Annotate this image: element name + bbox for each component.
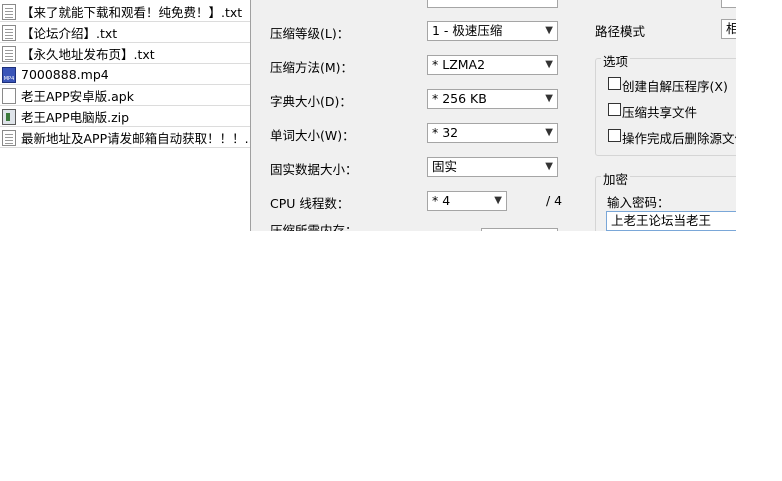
compression-method-label: 压缩方法(M)：: [270, 60, 354, 75]
chevron-down-icon: ▼: [545, 93, 553, 104]
memory-usage-field: [481, 228, 558, 231]
sfx-checkbox-label: 创建自解压程序(X): [622, 79, 728, 94]
mp4-icon-text: MP4: [3, 75, 15, 82]
file-name: 老王APP安卓版.apk: [21, 89, 134, 104]
delete-after-checkbox-label: 操作完成后删除源文件: [622, 131, 736, 146]
password-value: 上老王论坛当老王: [611, 213, 712, 228]
path-mode-value: 相: [726, 21, 736, 36]
chevron-down-icon: ▼: [545, 25, 553, 36]
file-name: 【论坛介绍】.txt: [21, 26, 118, 41]
word-size-value: * 32: [432, 125, 459, 140]
encryption-group-title: 加密: [601, 169, 631, 188]
memory-usage-label: 压缩所需内存：: [270, 223, 358, 231]
path-mode-label: 路径模式: [595, 24, 646, 39]
txt-file-icon: [2, 45, 16, 62]
shared-files-checkbox-label: 压缩共享文件: [622, 105, 698, 120]
file-item[interactable]: 老王APP安卓版.apk: [0, 86, 250, 106]
file-name: 7000888.mp4: [21, 67, 109, 82]
dictionary-size-label: 字典大小(D)：: [270, 94, 352, 109]
file-name: 【来了就能下载和观看！纯免费！】.txt: [21, 5, 243, 20]
options-group-title: 选项: [601, 51, 631, 70]
zip-file-icon: [2, 108, 16, 125]
txt-file-icon: [2, 24, 16, 41]
delete-after-checkbox[interactable]: [608, 129, 621, 142]
shared-files-checkbox[interactable]: [608, 103, 621, 116]
dictionary-size-select[interactable]: * 256 KB ▼: [427, 89, 558, 109]
file-item[interactable]: 最新地址及APP请发邮箱自动获取！！！....: [0, 128, 250, 148]
password-input[interactable]: 上老王论坛当老王: [606, 211, 736, 231]
word-size-select[interactable]: * 32 ▼: [427, 123, 558, 143]
solid-block-size-select[interactable]: 固实 ▼: [427, 157, 558, 177]
cpu-threads-max: / 4: [546, 193, 563, 208]
chevron-down-icon: ▼: [494, 195, 502, 206]
compression-dialog: 压缩等级(L)： 1 - 极速压缩 ▼ 压缩方法(M)： * LZMA2 ▼ 字…: [250, 0, 736, 231]
chevron-down-icon: ▼: [545, 127, 553, 138]
compression-method-value: * LZMA2: [432, 57, 486, 72]
chevron-down-icon: ▼: [545, 59, 553, 70]
sfx-checkbox[interactable]: [608, 77, 621, 90]
password-label: 输入密码：: [607, 195, 670, 210]
path-mode-select[interactable]: 相: [721, 19, 736, 39]
file-item[interactable]: 【来了就能下载和观看！纯免费！】.txt: [0, 2, 250, 22]
apk-file-icon: [2, 87, 16, 104]
archive-format-select[interactable]: [427, 0, 558, 8]
chevron-down-icon: ▼: [545, 161, 553, 172]
compression-level-select[interactable]: 1 - 极速压缩 ▼: [427, 21, 558, 41]
file-list: 【来了就能下载和观看！纯免费！】.txt 【论坛介绍】.txt 【永久地址发布页…: [0, 0, 250, 148]
cpu-threads-select[interactable]: * 4 ▼: [427, 191, 507, 211]
file-item[interactable]: 【论坛介绍】.txt: [0, 23, 250, 43]
file-item[interactable]: MP4 7000888.mp4: [0, 65, 250, 85]
compression-level-label: 压缩等级(L)：: [270, 26, 350, 41]
file-name: 【永久地址发布页】.txt: [21, 47, 155, 62]
cpu-threads-label: CPU 线程数：: [270, 196, 350, 211]
cpu-threads-value: * 4: [432, 193, 451, 208]
file-item[interactable]: 老王APP电脑版.zip: [0, 107, 250, 127]
solid-block-size-value: 固实: [432, 159, 458, 174]
file-name: 最新地址及APP请发邮箱自动获取！！！....: [21, 131, 250, 146]
txt-file-icon: [2, 3, 16, 20]
solid-block-size-label: 固实数据大小：: [270, 162, 358, 177]
file-item[interactable]: 【永久地址发布页】.txt: [0, 44, 250, 64]
file-name: 老王APP电脑版.zip: [21, 110, 130, 125]
compression-method-select[interactable]: * LZMA2 ▼: [427, 55, 558, 75]
update-mode-select[interactable]: [721, 0, 736, 8]
mp4-file-icon: MP4: [2, 66, 16, 83]
word-size-label: 单词大小(W)：: [270, 128, 355, 143]
dictionary-size-value: * 256 KB: [432, 91, 487, 106]
compression-level-value: 1 - 极速压缩: [432, 23, 503, 38]
txt-file-icon: [2, 129, 16, 146]
